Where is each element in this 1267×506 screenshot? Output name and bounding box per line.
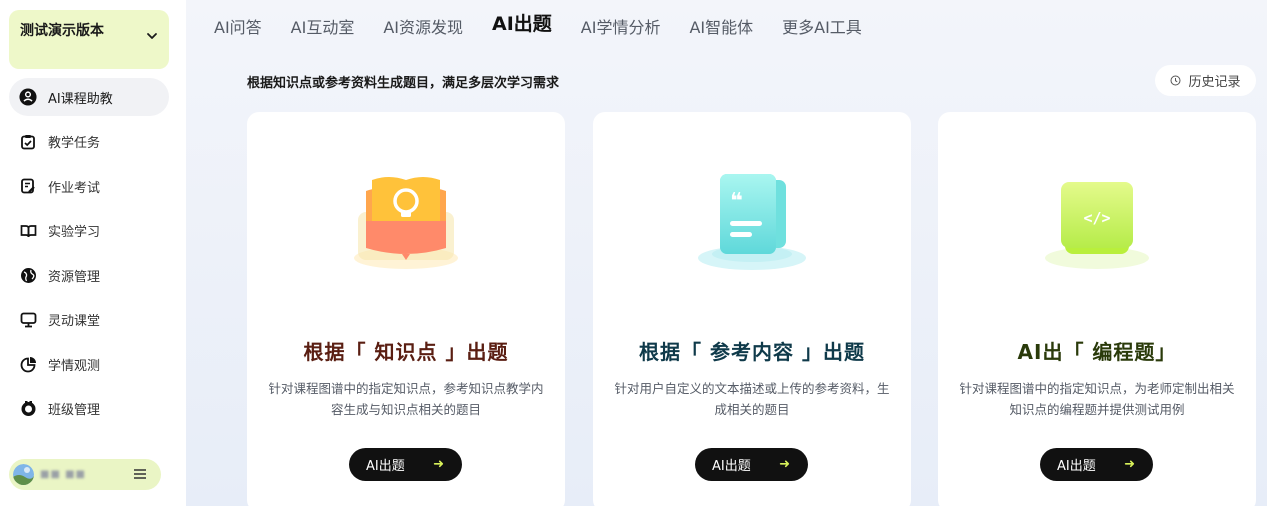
sidebar-item-label: 资源管理: [48, 269, 101, 285]
sidebar-item-label: 教学任务: [48, 136, 101, 151]
pie-chart-icon: [19, 355, 37, 373]
avatar: [13, 464, 34, 485]
ai-assistant-icon: [19, 88, 37, 106]
monitor-icon: [19, 311, 37, 329]
page-subtitle: 根据知识点或参考资料生成题目，满足多层次学习需求: [247, 76, 560, 91]
book-open-icon: [19, 222, 37, 240]
version-selector[interactable]: 测试演示版本: [9, 10, 169, 69]
sidebar-item-class-management[interactable]: 班级管理: [9, 390, 169, 428]
card-reference-content[interactable]: ❝ 根据「 参考内容 」出题 针对用户自定义的文本描述或上传的参考资料，生成相关…: [593, 112, 911, 506]
sidebar-item-teaching-tasks[interactable]: 教学任务: [9, 123, 169, 161]
tab-ai-question-generation[interactable]: AI出题: [490, 12, 554, 38]
card-title: 根据「 知识点 」出题: [303, 340, 509, 364]
clipboard-check-icon: [19, 133, 37, 151]
sidebar-item-experiment[interactable]: 实验学习: [9, 212, 169, 250]
user-name: ■■ ■■: [40, 469, 86, 480]
tab-ai-qa[interactable]: AI问答: [214, 16, 262, 40]
svg-text:</>: </>: [1083, 209, 1110, 227]
sidebar-item-learning-observation[interactable]: 学情观测: [9, 345, 169, 383]
arrow-right-icon: ➜: [779, 457, 790, 472]
arrow-right-icon: ➜: [433, 457, 444, 472]
chevron-down-icon: [147, 33, 157, 39]
button-label: AI出题: [1057, 459, 1096, 474]
tab-more-ai-tools[interactable]: 更多AI工具: [782, 16, 862, 40]
top-tabs: AI问答 AI互动室 AI资源发现 AI出题 AI学情分析 AI智能体 更多AI…: [214, 13, 891, 40]
history-button[interactable]: 历史记录: [1155, 65, 1256, 96]
sidebar-item-classroom[interactable]: 灵动课堂: [9, 301, 169, 339]
main-content: AI问答 AI互动室 AI资源发现 AI出题 AI学情分析 AI智能体 更多AI…: [186, 0, 1267, 506]
code-window-icon: </>: [938, 166, 1256, 286]
sidebar-item-label: 作业考试: [48, 180, 101, 196]
quote-document-icon: ❝: [593, 166, 911, 286]
button-label: AI出题: [712, 459, 751, 474]
sidebar: 测试演示版本 AI课程助教 教学任务 作业考试 实验学习 资源管理 灵动课堂 学…: [0, 0, 186, 506]
card-programming-question[interactable]: </> AI出「 编程题」 针对课程图谱中的指定知识点，为老师定制出相关知识点的…: [938, 112, 1256, 506]
sidebar-item-label: AI课程助教: [48, 91, 113, 107]
card-title: AI出「 编程题」: [1017, 340, 1177, 364]
globe-icon: [19, 266, 37, 284]
sidebar-item-homework-exam[interactable]: 作业考试: [9, 167, 169, 205]
clock-icon: [1170, 75, 1181, 86]
card-description: 针对用户自定义的文本描述或上传的参考资料，生成相关的题目: [614, 381, 890, 417]
arrow-right-icon: ➜: [1124, 457, 1135, 472]
card-title: 根据「 参考内容 」出题: [639, 340, 865, 364]
button-label: AI出题: [366, 459, 405, 474]
card-knowledge-point[interactable]: 根据「 知识点 」出题 针对课程图谱中的指定知识点，参考知识点教学内容生成与知识…: [247, 112, 565, 506]
sidebar-item-label: 灵动课堂: [48, 314, 101, 329]
sidebar-item-resources[interactable]: 资源管理: [9, 256, 169, 294]
tab-ai-resource-discovery[interactable]: AI资源发现: [383, 16, 463, 40]
card-description: 针对课程图谱中的指定知识点，为老师定制出相关知识点的编程题并提供测试用例: [959, 381, 1235, 417]
tab-ai-interactive-room[interactable]: AI互动室: [291, 16, 355, 40]
sidebar-item-label: 学情观测: [48, 358, 101, 374]
sidebar-item-label: 实验学习: [48, 225, 101, 240]
svg-text:❝: ❝: [730, 189, 743, 214]
tab-ai-learning-analysis[interactable]: AI学情分析: [581, 16, 661, 40]
user-profile[interactable]: ■■ ■■: [9, 459, 161, 490]
sidebar-item-label: 班级管理: [48, 403, 101, 418]
generate-questions-button[interactable]: AI出题 ➜: [349, 448, 462, 481]
sidebar-nav: AI课程助教 教学任务 作业考试 实验学习 资源管理 灵动课堂 学情观测 班级管…: [9, 78, 169, 434]
tab-ai-agent[interactable]: AI智能体: [689, 16, 753, 40]
card-description: 针对课程图谱中的指定知识点，参考知识点教学内容生成与知识点相关的题目: [268, 381, 544, 417]
generate-questions-button[interactable]: AI出题 ➜: [1040, 448, 1153, 481]
history-label: 历史记录: [1188, 75, 1241, 90]
sidebar-item-ai-assistant[interactable]: AI课程助教: [9, 78, 169, 116]
lightbulb-book-icon: [247, 166, 565, 286]
exam-edit-icon: [19, 177, 37, 195]
version-title: 测试演示版本: [20, 23, 104, 39]
class-group-icon: [19, 400, 37, 418]
generate-questions-button[interactable]: AI出题 ➜: [695, 448, 808, 481]
menu-icon[interactable]: [133, 467, 147, 481]
